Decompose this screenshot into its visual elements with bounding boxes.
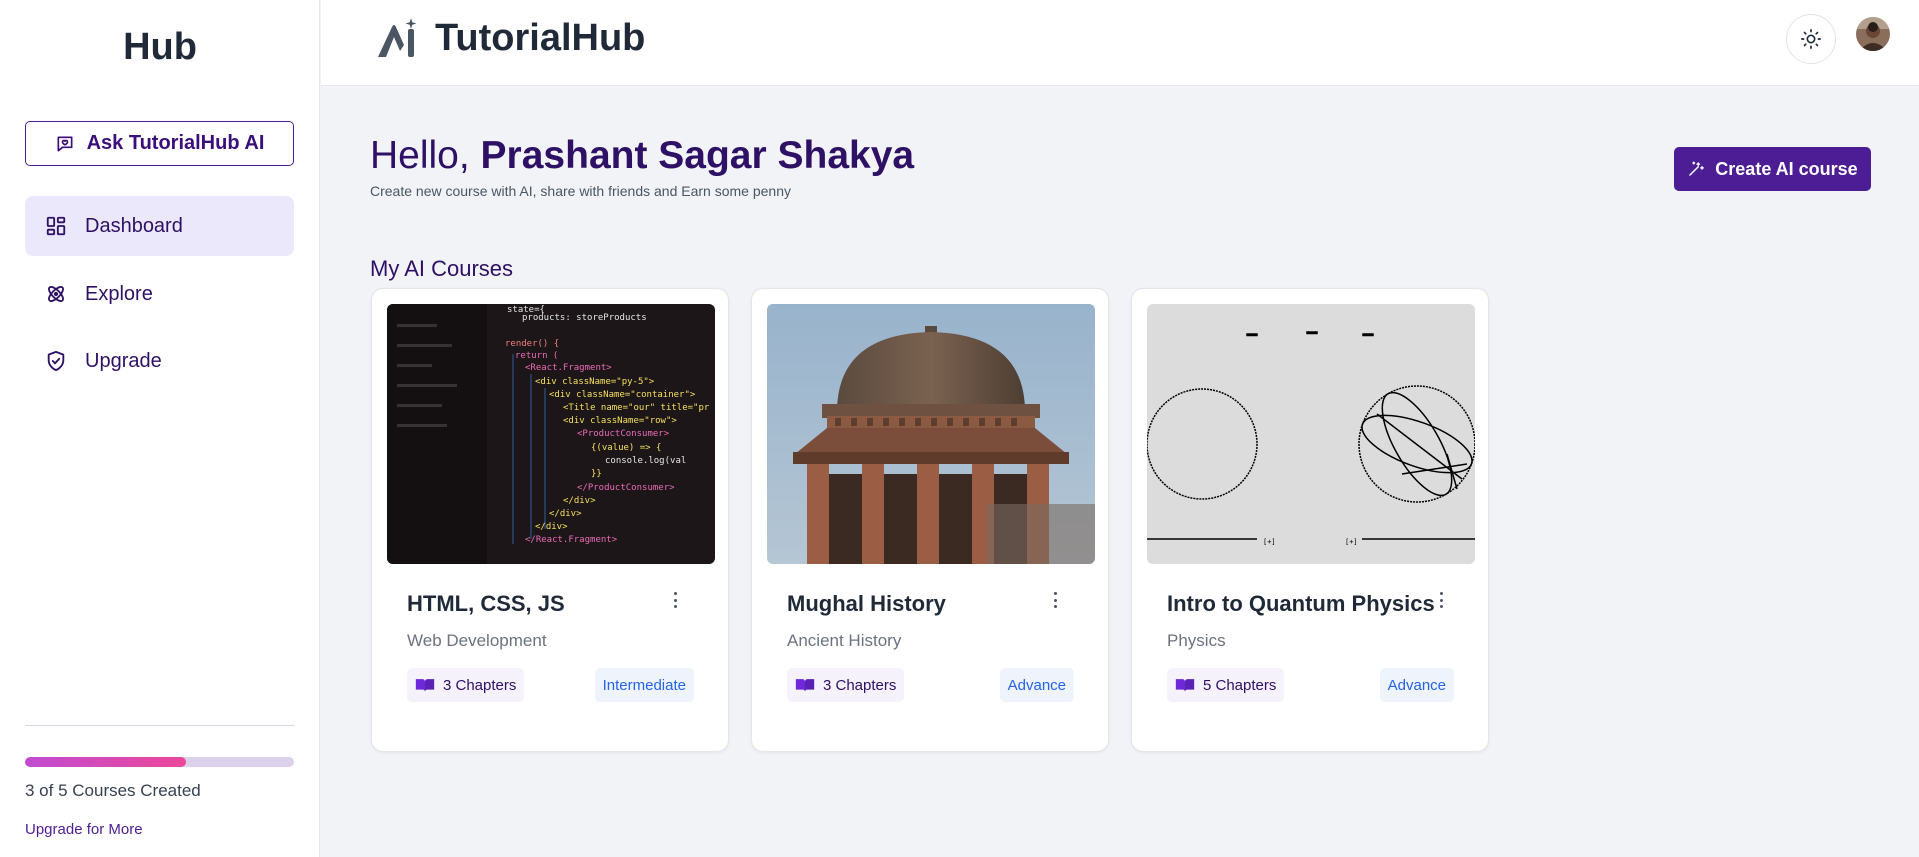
course-card[interactable]: state={ products: storeProducts render()… bbox=[371, 288, 729, 752]
course-card[interactable]: [+] [+] Intro to Quantum Physics Physics… bbox=[1131, 288, 1489, 752]
sidebar-brand: Hub bbox=[123, 26, 197, 68]
create-ai-course-button[interactable]: Create AI course bbox=[1674, 147, 1871, 191]
app-logo-text: TutorialHub bbox=[435, 17, 646, 59]
svg-text:<Title name="our" title="pr: <Title name="our" title="pr bbox=[563, 403, 710, 413]
greeting-prefix: Hello, bbox=[370, 134, 481, 177]
book-open-icon bbox=[1175, 679, 1195, 692]
svg-text:<ProductConsumer>: <ProductConsumer> bbox=[577, 429, 670, 439]
chapters-count: 5 Chapters bbox=[1203, 676, 1277, 694]
svg-text:render() {: render() { bbox=[505, 339, 559, 349]
svg-text:return (: return ( bbox=[515, 351, 558, 361]
more-options-icon[interactable] bbox=[1048, 589, 1062, 611]
book-open-icon bbox=[795, 679, 815, 692]
theme-toggle-button[interactable] bbox=[1786, 14, 1836, 64]
code-editor-photo: state={ products: storeProducts render()… bbox=[387, 304, 715, 564]
user-name: Prashant Sagar Shakya bbox=[480, 134, 915, 177]
level-badge: Advance bbox=[1379, 668, 1454, 702]
svg-text:<div className="row">: <div className="row"> bbox=[563, 416, 677, 426]
page-greeting: Hello, Prashant Sagar Shakya bbox=[370, 134, 914, 178]
svg-text:</ProductConsumer>: </ProductConsumer> bbox=[577, 483, 675, 493]
svg-text:</div>: </div> bbox=[535, 522, 568, 532]
chapters-badge: 3 Chapters bbox=[787, 668, 905, 702]
svg-text:</div>: </div> bbox=[563, 496, 596, 506]
svg-text:</div>: </div> bbox=[549, 509, 582, 519]
create-ai-course-label: Create AI course bbox=[1715, 158, 1858, 179]
svg-text:{(value) => {: {(value) => { bbox=[591, 443, 661, 453]
course-category: Ancient History bbox=[787, 631, 902, 650]
chapters-badge: 5 Chapters bbox=[1167, 668, 1285, 702]
page-subtitle: Create new course with AI, share with fr… bbox=[370, 183, 791, 199]
chat-heart-icon bbox=[57, 136, 73, 151]
svg-text:<div className="py-5">: <div className="py-5"> bbox=[535, 377, 655, 387]
chapters-badge: 3 Chapters bbox=[407, 668, 525, 702]
level-badge: Advance bbox=[999, 668, 1074, 702]
sidebar-item-upgrade[interactable]: Upgrade bbox=[25, 331, 294, 391]
courses-progress-label: 3 of 5 Courses Created bbox=[25, 781, 201, 800]
more-options-icon[interactable] bbox=[668, 589, 682, 611]
sidebar-item-dashboard[interactable]: Dashboard bbox=[25, 196, 294, 256]
bloch-sphere-diagram: [+] [+] bbox=[1147, 304, 1475, 564]
ask-ai-label: Ask TutorialHub AI bbox=[86, 132, 265, 154]
sidebar-item-label: Explore bbox=[85, 282, 153, 305]
magic-wand-icon bbox=[1689, 161, 1705, 176]
course-title: Intro to Quantum Physics bbox=[1167, 591, 1435, 616]
sidebar-divider bbox=[25, 725, 294, 726]
course-category: Web Development bbox=[407, 631, 547, 650]
svg-text:[+]: [+] bbox=[1263, 538, 1276, 546]
sidebar-item-label: Dashboard bbox=[85, 214, 183, 237]
svg-text:}}: }} bbox=[591, 469, 602, 479]
courses-progress-fill bbox=[25, 757, 187, 767]
my-courses-heading: My AI Courses bbox=[370, 256, 514, 281]
top-header: TutorialHub bbox=[321, 0, 1919, 86]
svg-text:<div className="container">: <div className="container"> bbox=[549, 390, 696, 400]
chapters-count: 3 Chapters bbox=[823, 676, 897, 694]
chapters-count: 3 Chapters bbox=[443, 676, 517, 694]
ai-logo-icon bbox=[378, 18, 417, 57]
course-title: Mughal History bbox=[787, 591, 946, 616]
shield-check-icon bbox=[47, 350, 65, 372]
book-open-icon bbox=[415, 679, 435, 692]
courses-progress-bar bbox=[25, 757, 294, 767]
course-category: Physics bbox=[1167, 631, 1226, 650]
sun-icon bbox=[1801, 29, 1821, 49]
course-title: HTML, CSS, JS bbox=[407, 591, 565, 616]
svg-text:[+]: [+] bbox=[1345, 538, 1358, 546]
grid-icon bbox=[46, 216, 66, 236]
level-badge: Intermediate bbox=[594, 668, 694, 702]
atom-icon bbox=[48, 286, 64, 302]
mughal-dome-photo bbox=[767, 304, 1095, 564]
sidebar-item-explore[interactable]: Explore bbox=[25, 264, 294, 324]
user-avatar[interactable] bbox=[1856, 17, 1890, 51]
course-card[interactable]: Mughal History Ancient History 3 Chapter… bbox=[751, 288, 1109, 752]
svg-text:products: storeProducts: products: storeProducts bbox=[522, 313, 647, 323]
upgrade-for-more-link[interactable]: Upgrade for More bbox=[25, 821, 143, 838]
svg-text:</React.Fragment>: </React.Fragment> bbox=[525, 535, 618, 545]
more-options-icon[interactable] bbox=[1434, 589, 1448, 611]
sidebar-item-label: Upgrade bbox=[85, 349, 162, 372]
sidebar: Hub Ask TutorialHub AI Dashboard Explore… bbox=[0, 0, 320, 857]
svg-text:console.log(val: console.log(val bbox=[605, 456, 686, 466]
svg-text:<React.Fragment>: <React.Fragment> bbox=[525, 363, 612, 373]
ask-ai-button[interactable]: Ask TutorialHub AI bbox=[25, 121, 294, 166]
